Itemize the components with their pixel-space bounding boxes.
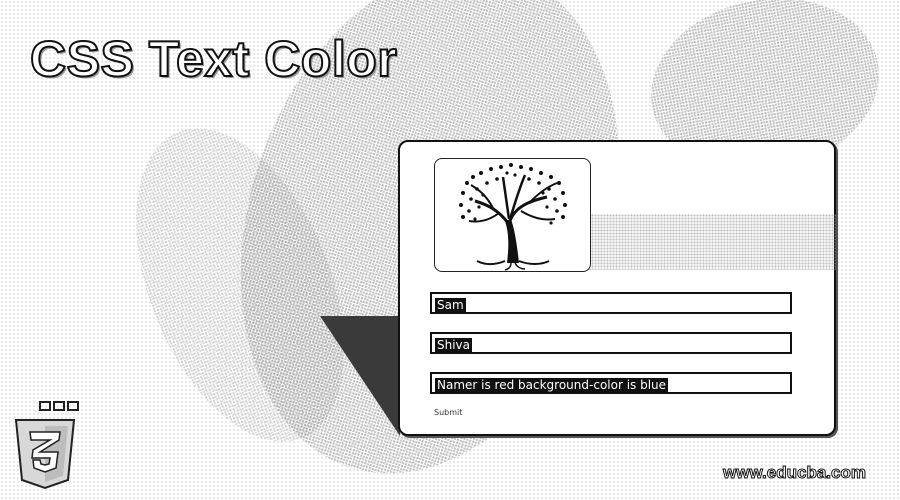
submit-button[interactable]: Submit (434, 408, 462, 417)
name-field[interactable]: Sam (430, 292, 792, 314)
description-field-value: Namer is red background-color is blue (435, 378, 669, 392)
second-name-field-value: Shiva (435, 338, 473, 352)
css3-logo-icon (14, 401, 79, 490)
tree-icon (459, 163, 567, 271)
panel-pattern (570, 214, 836, 270)
demo-panel: Sam Shiva Namer is red background-color … (398, 140, 836, 436)
name-field-value: Sam (435, 298, 466, 312)
tree-image (434, 158, 591, 272)
description-field[interactable]: Namer is red background-color is blue (430, 372, 792, 394)
second-name-field[interactable]: Shiva (430, 332, 792, 354)
page-title: CSS Text Color (29, 30, 398, 88)
footer-url: www.educba.com (723, 463, 867, 483)
panel-fold-shadow (320, 316, 400, 436)
